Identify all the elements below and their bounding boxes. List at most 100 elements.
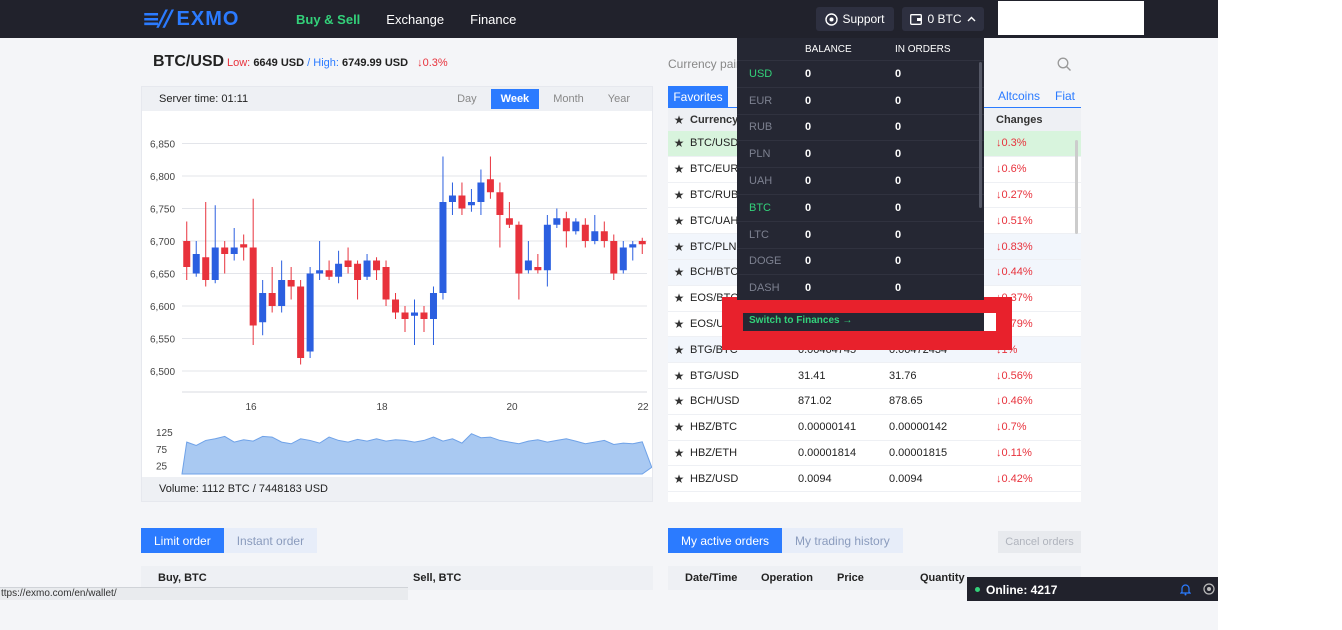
favorite-star-icon[interactable]: ★ [668,265,690,279]
candlestick-chart[interactable]: 6,850 6,800 6,750 6,700 6,650 6,600 6,550 6,500… [142,112,652,478]
cancel-orders-button[interactable]: Cancel orders [998,531,1081,553]
volume-text: Volume: 1112 BTC / 7448183 USD [159,483,328,495]
balance-row[interactable]: BTC 0 0 [737,193,984,221]
candle-body [448,195,456,202]
favorite-star-icon[interactable]: ★ [668,343,690,357]
tab-instant-order[interactable]: Instant order [223,528,318,553]
favorite-star-icon[interactable]: ★ [668,291,690,305]
favorite-star-icon[interactable]: ★ [668,188,690,202]
candle-body [221,247,229,254]
candle-body [354,263,362,280]
nav-finance[interactable]: Finance [470,12,516,27]
balance-row[interactable]: DOGE 0 0 [737,247,984,275]
bell-icon[interactable] [1180,583,1191,596]
favorite-star-icon[interactable]: ★ [668,317,690,331]
candle-body [401,312,409,319]
market-row-buy: 31.41 [798,369,826,382]
balance-row-currency: USD [749,67,773,80]
period-month[interactable]: Month [543,89,594,109]
candle-body [344,260,352,267]
y-tick-label: 6,600 [150,302,175,313]
low-label: Low: [227,57,251,69]
logo-text: EXMO [176,7,240,30]
candle-body [392,299,400,313]
period-day[interactable]: Day [447,89,487,109]
low-value: 6649 USD [253,57,305,69]
favorite-star-icon[interactable]: ★ [668,240,690,254]
tab-favorites[interactable]: Favorites [668,86,728,108]
balance-row-balance: 0 [805,175,812,188]
search-icon[interactable] [1057,57,1072,72]
period-year[interactable]: Year [598,89,640,109]
balance-row[interactable]: PLN 0 0 [737,140,984,167]
market-row-change: ↓0.42% [996,472,1033,485]
browser-status-url: ttps://exmo.com/en/wallet/ [0,587,408,600]
tab-fiat[interactable]: Fiat [1055,89,1075,103]
candle-body [629,244,637,248]
my-orders-tabs: My active orders My trading history [668,528,903,553]
favorite-star-icon[interactable]: ★ [668,214,690,228]
candle-body [335,263,343,277]
balance-row[interactable]: UAH 0 0 [737,167,984,194]
candle-body [278,280,286,306]
balance-row[interactable]: RUB 0 0 [737,113,984,141]
market-row[interactable]: ★ HBZ/USD 0.0094 0.0094 ↓0.42% [668,466,1081,493]
switch-to-finances-link[interactable]: Switch to Finances → [749,315,852,326]
balance-row-balance: 0 [805,121,812,134]
market-row[interactable]: ★ BCH/USD 871.02 878.65 ↓0.46% [668,389,1081,415]
balance-row[interactable]: LTC 0 0 [737,220,984,248]
favorite-star-icon[interactable]: ★ [668,394,690,408]
balance-row-currency: DASH [749,282,780,295]
balance-row-currency: LTC [749,228,769,241]
favorite-star-icon[interactable]: ★ [668,162,690,176]
nav-buy-sell[interactable]: Buy & Sell [296,12,360,27]
header-star-icon: ★ [673,112,685,127]
balance-row-currency: DOGE [749,255,782,268]
tab-my-active-orders[interactable]: My active orders [668,528,783,553]
balance-row-in-orders: 0 [895,121,902,134]
favorite-star-icon[interactable]: ★ [668,446,690,460]
candle-body [268,293,276,306]
candle-body [230,247,238,254]
support-button[interactable]: Support [816,7,894,31]
balance-row[interactable]: EUR 0 0 [737,86,984,114]
balance-row-in-orders: 0 [895,94,902,107]
favorite-star-icon[interactable]: ★ [668,369,690,383]
exmo-logo[interactable]: ≡// EXMO [142,6,239,32]
settings-icon[interactable] [1203,583,1215,595]
y-tick-label: 6,700 [150,237,175,248]
logo-icon: ≡// [142,6,172,32]
balance-row-currency: PLN [749,148,771,161]
volume-tick-label: 75 [156,445,168,456]
dropdown-scrollbar[interactable] [979,62,982,208]
y-tick-label: 6,850 [150,140,175,151]
market-row[interactable]: ★ HBZ/ETH 0.00001814 0.00001815 ↓0.11% [668,441,1081,467]
balance-row[interactable]: DASH 0 0 [737,274,984,301]
wallet-balance-button[interactable]: 0 BTC [902,7,984,31]
tab-my-trading-history[interactable]: My trading history [782,528,903,553]
favorite-star-icon[interactable]: ★ [668,420,690,434]
market-row[interactable]: ★ BTG/USD 31.41 31.76 ↓0.56% [668,363,1081,389]
favorite-star-icon[interactable]: ★ [668,136,690,150]
volume-tick-label: 125 [156,428,173,439]
balance-row-in-orders: 0 [895,67,902,80]
market-row-change: ↓0.56% [996,369,1033,382]
tab-altcoins[interactable]: Altcoins [998,89,1040,103]
candle-body [259,293,267,323]
balance-row-balance: 0 [805,282,812,295]
chevron-up-icon [967,16,975,22]
pair-change: ↓0.3% [417,57,448,69]
market-row-pair: HBZ/BTC [690,421,738,434]
market-row-change: ↓0.51% [996,214,1033,227]
market-row-buy: 871.02 [798,395,832,408]
balance-row[interactable]: USD 0 0 [737,60,984,87]
market-scrollbar[interactable] [1075,140,1078,234]
candle-body [515,224,523,274]
candle-body [591,231,599,241]
period-week[interactable]: Week [490,89,540,109]
tab-limit-order[interactable]: Limit order [141,528,224,553]
favorite-star-icon[interactable]: ★ [668,472,690,486]
nav-exchange[interactable]: Exchange [386,12,444,27]
market-row-change: ↓0.27% [996,188,1033,201]
market-row[interactable]: ★ HBZ/BTC 0.00000141 0.00000142 ↓0.7% [668,415,1081,441]
